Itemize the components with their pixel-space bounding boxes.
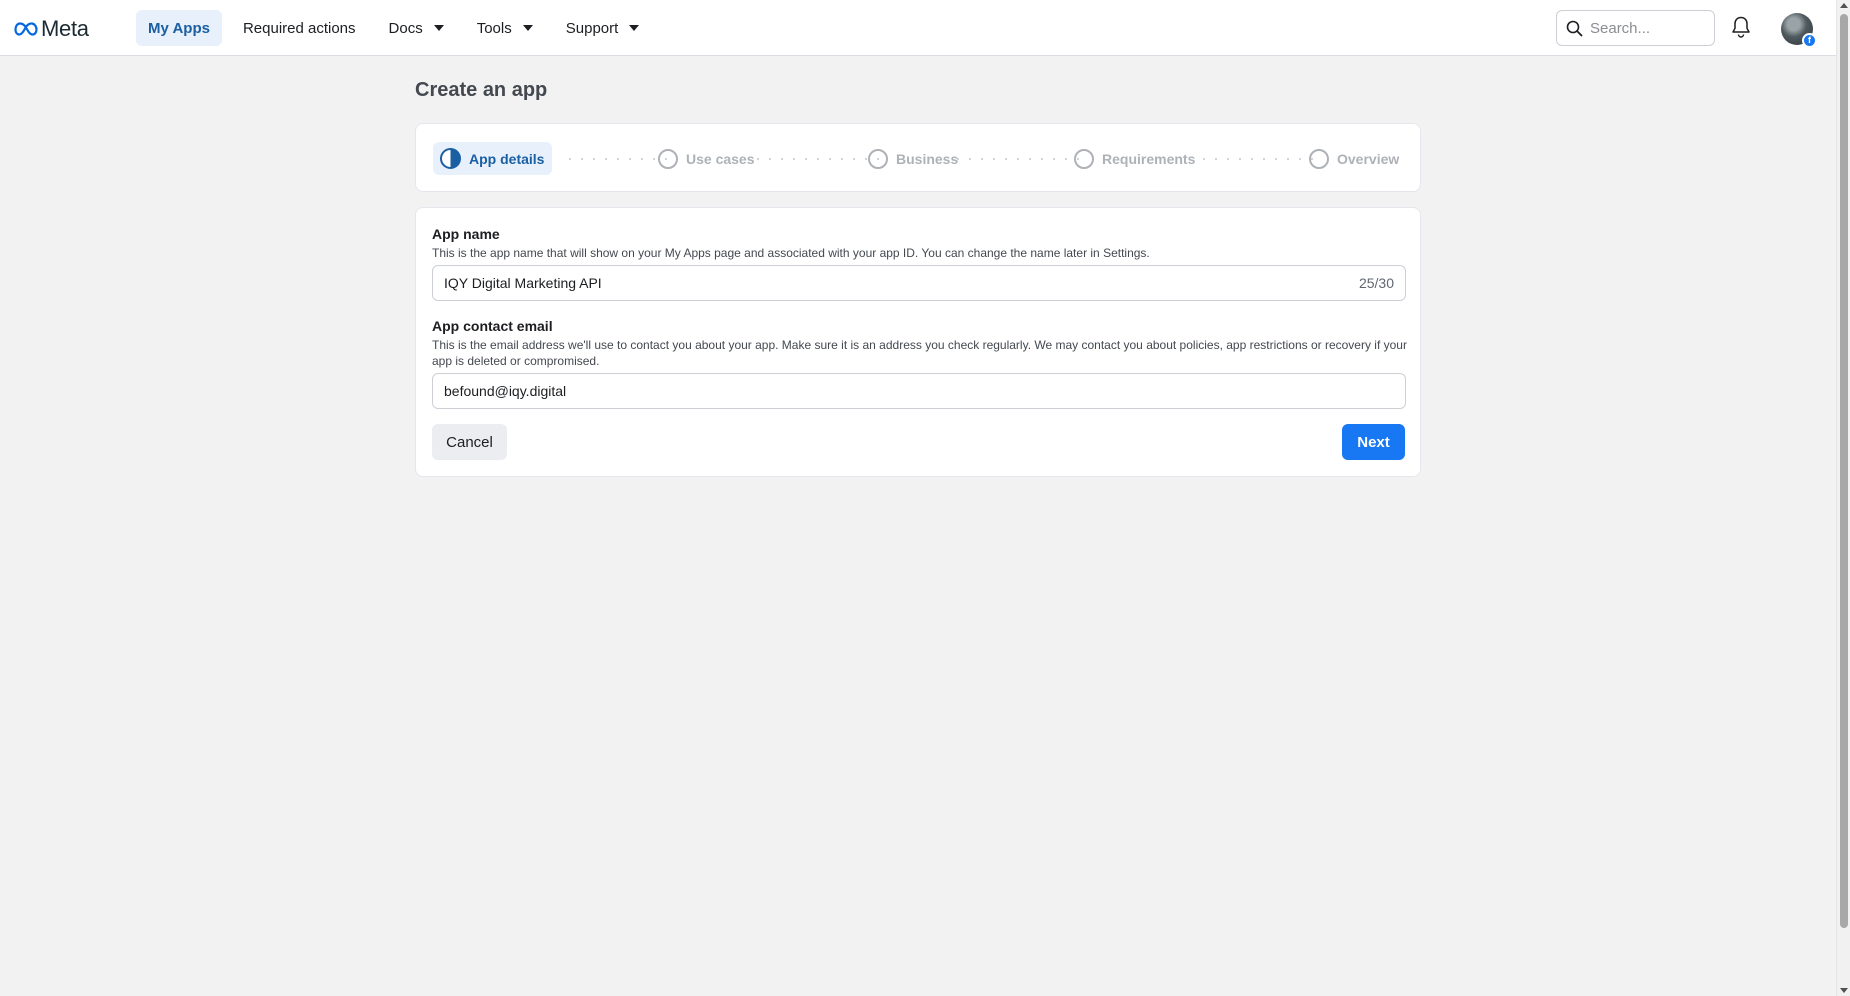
contact-email-field[interactable] bbox=[432, 373, 1406, 409]
avatar[interactable]: f bbox=[1781, 13, 1817, 48]
scrollbar-thumb[interactable] bbox=[1840, 14, 1848, 928]
app-name-label: App name bbox=[432, 226, 500, 242]
nav-tools[interactable]: Tools bbox=[465, 10, 545, 46]
cancel-button[interactable]: Cancel bbox=[432, 424, 507, 460]
facebook-badge-icon: f bbox=[1802, 33, 1817, 48]
search-input[interactable] bbox=[1590, 19, 1708, 37]
nav-my-apps[interactable]: My Apps bbox=[136, 10, 222, 46]
main-nav: My Apps Required actions Docs Tools Supp… bbox=[136, 10, 660, 46]
nav-support[interactable]: Support bbox=[554, 10, 652, 46]
nav-my-apps-label: My Apps bbox=[148, 19, 210, 37]
nav-required-actions-label: Required actions bbox=[242, 19, 356, 37]
step-connector bbox=[1198, 158, 1314, 160]
contact-email-help-text: This is the email address we'll use to c… bbox=[432, 338, 1407, 368]
search-icon bbox=[1566, 20, 1583, 36]
nav-tools-label: Tools bbox=[476, 19, 512, 37]
step-use-cases: Use cases bbox=[658, 142, 755, 175]
step-label: Requirements bbox=[1102, 150, 1196, 167]
step-label: App details bbox=[469, 150, 545, 167]
step-label: Overview bbox=[1337, 150, 1400, 167]
caret-down-icon bbox=[433, 25, 444, 31]
notifications-bell-icon[interactable] bbox=[1730, 15, 1752, 44]
nav-required-actions[interactable]: Required actions bbox=[231, 10, 368, 46]
app-name-field[interactable]: 25/30 bbox=[432, 265, 1406, 301]
half-filled-circle-icon bbox=[440, 148, 461, 169]
step-app-details[interactable]: App details bbox=[433, 142, 553, 175]
email-input[interactable] bbox=[444, 383, 1394, 399]
top-navigation-bar: Meta My Apps Required actions Docs Tools… bbox=[0, 0, 1836, 56]
app-name-input[interactable] bbox=[444, 275, 1359, 291]
step-requirements: Requirements bbox=[1074, 142, 1195, 175]
logo-text: Meta bbox=[41, 16, 89, 41]
empty-circle-icon bbox=[868, 148, 888, 169]
page-title: Create an app bbox=[415, 79, 548, 101]
empty-circle-icon bbox=[1074, 148, 1094, 169]
empty-circle-icon bbox=[658, 148, 678, 169]
step-label: Use cases bbox=[686, 150, 755, 167]
nav-support-label: Support bbox=[565, 19, 619, 37]
step-label: Business bbox=[896, 150, 959, 167]
empty-circle-icon bbox=[1309, 148, 1329, 169]
character-counter: 25/30 bbox=[1358, 275, 1394, 291]
step-business: Business bbox=[868, 142, 958, 175]
progress-stepper: App details Use cases Business Requireme… bbox=[415, 123, 1421, 192]
scroll-up-arrow-icon[interactable] bbox=[1840, 3, 1848, 8]
page-scrollbar[interactable] bbox=[1836, 0, 1850, 996]
contact-email-label: App contact email bbox=[432, 318, 553, 334]
scroll-down-arrow-icon[interactable] bbox=[1840, 988, 1848, 993]
app-name-help-text: This is the app name that will show on y… bbox=[432, 246, 1150, 260]
step-connector bbox=[564, 158, 672, 160]
step-connector bbox=[952, 158, 1088, 160]
caret-down-icon bbox=[629, 25, 640, 31]
create-app-form: App name This is the app name that will … bbox=[415, 207, 1421, 477]
search-box[interactable] bbox=[1556, 10, 1715, 46]
meta-logo[interactable]: Meta bbox=[14, 16, 89, 42]
step-connector bbox=[752, 158, 882, 160]
caret-down-icon bbox=[522, 25, 533, 31]
step-overview: Overview bbox=[1309, 142, 1399, 175]
nav-docs-label: Docs bbox=[388, 19, 423, 37]
next-button[interactable]: Next bbox=[1342, 424, 1405, 460]
nav-docs[interactable]: Docs bbox=[377, 10, 456, 46]
meta-infinity-icon bbox=[14, 22, 38, 36]
